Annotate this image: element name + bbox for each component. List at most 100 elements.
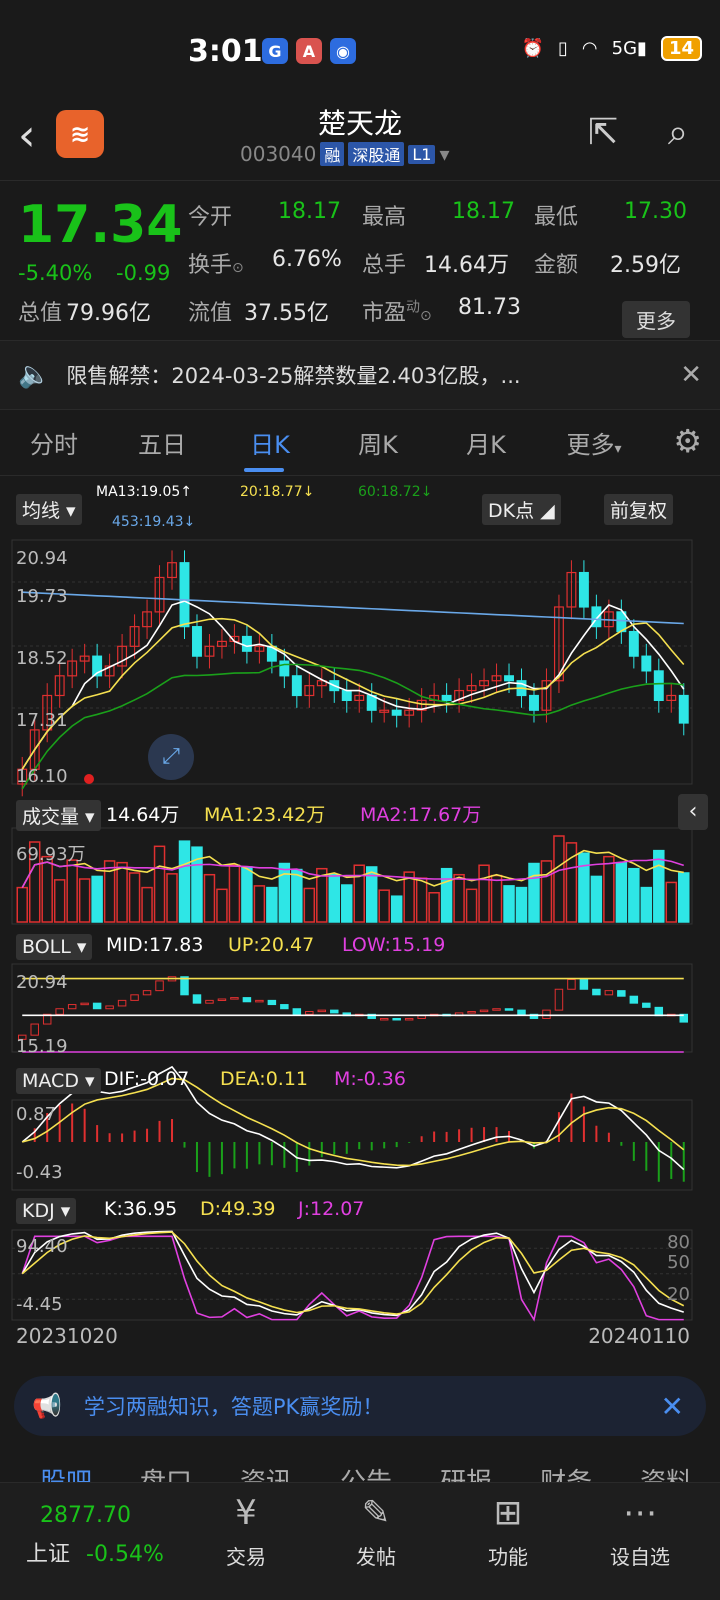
- quote-value: 14.64万: [424, 253, 509, 278]
- volume-bar: [540, 860, 553, 923]
- boll-candle: [67, 1004, 77, 1010]
- period-tabs: 分时 五日 日K 周K 月K 更多▾ ⚙: [0, 410, 720, 476]
- volume-selector[interactable]: 成交量 ▾: [16, 800, 101, 831]
- tab-intraday[interactable]: 分时: [0, 425, 108, 460]
- trade-icon: ¥: [235, 1493, 257, 1533]
- search-icon[interactable]: ⌕: [668, 112, 688, 154]
- promo-banner[interactable]: 📢 学习两融知识，答题PK赢奖励！ ✕: [14, 1376, 706, 1436]
- boll-candle: [180, 976, 189, 996]
- nav-post[interactable]: ✎ 发帖: [326, 1493, 426, 1570]
- bulb-notification-icon: ◉: [330, 38, 356, 64]
- close-icon[interactable]: ✕: [661, 1390, 684, 1423]
- info-icon[interactable]: ⊙: [232, 260, 244, 276]
- macd-selector[interactable]: MACD ▾: [16, 1068, 101, 1094]
- alarm-icon: ⏰: [521, 38, 544, 59]
- status-bar: 3:01 G A ◉ ⏰ ▯ ◠ 5G▮ 14: [0, 0, 720, 100]
- expand-icon[interactable]: ⤢: [148, 734, 194, 780]
- quote-label: 流值: [188, 301, 233, 326]
- notice-bar[interactable]: 🔈 限售解禁：2024-03-25解禁数量2.403亿股，... ✕: [0, 340, 720, 410]
- banner-text[interactable]: 学习两融知识，答题PK赢奖励！: [84, 1391, 383, 1421]
- collapse-panel-icon[interactable]: ‹: [678, 794, 708, 830]
- abs-change: -0.99: [116, 261, 171, 285]
- kdj-80-label: 80: [667, 1232, 690, 1253]
- subtab[interactable]: 财务: [540, 1462, 592, 1482]
- subtab[interactable]: 公告: [340, 1462, 392, 1482]
- volume-bar: [78, 878, 91, 923]
- boll-candle: [105, 1005, 114, 1010]
- nav-label: 功能: [488, 1545, 528, 1569]
- quote-value: 18.17: [452, 199, 515, 224]
- kline-chart[interactable]: [0, 476, 720, 1356]
- boll-candle: [417, 1015, 426, 1019]
- connect-tag: 深股通: [348, 142, 405, 166]
- boll-low: LOW:15.19: [342, 934, 446, 956]
- more-dots-icon: ⋯: [623, 1493, 657, 1533]
- kdj-low-label: -4.45: [16, 1294, 63, 1315]
- volume-bar: [503, 885, 515, 923]
- index-ticker[interactable]: 2877.70 上证 -0.54%: [14, 1499, 164, 1568]
- share-icon[interactable]: ⇱: [588, 112, 618, 153]
- subtab[interactable]: 研报: [440, 1462, 492, 1482]
- pct-change: -5.40%: [18, 261, 93, 285]
- boll-candle: [305, 1011, 314, 1015]
- boll-candle: [604, 990, 614, 996]
- panel-frame: [11, 1099, 693, 1191]
- tab-weekly-k[interactable]: 周K: [324, 425, 432, 460]
- status-time: 3:01: [188, 34, 263, 69]
- quote-value: 6.76%: [272, 247, 342, 272]
- volume-bar: [203, 873, 216, 923]
- y-tick-label: 17.31: [16, 710, 68, 731]
- candle-body: [192, 626, 202, 657]
- subtab[interactable]: 盘口: [140, 1462, 192, 1482]
- chevron-down-icon[interactable]: ▾: [439, 142, 449, 166]
- subtab[interactable]: 资料: [640, 1462, 692, 1482]
- kdj-selector[interactable]: KDJ ▾: [16, 1198, 77, 1224]
- notification-icons: G A ◉: [262, 38, 356, 64]
- boll-candle: [654, 1006, 664, 1017]
- kdj-high-label: 94.40: [16, 1236, 68, 1257]
- tab-monthly-k[interactable]: 月K: [432, 425, 540, 460]
- quote-label: 今开: [188, 205, 233, 230]
- nav-label: 设自选: [610, 1545, 670, 1569]
- chart-area[interactable]: 均线 ▾ MA13:19.05↑ 20:18.77↓ 60:18.72↓ 453…: [0, 476, 720, 1356]
- more-quote-button[interactable]: 更多: [622, 301, 690, 338]
- tab-five-day[interactable]: 五日: [108, 425, 216, 460]
- subtab[interactable]: 资讯: [240, 1462, 292, 1482]
- level-tag: L1: [408, 144, 436, 164]
- volume-bar: [266, 886, 278, 923]
- info-icon[interactable]: ⊙: [420, 308, 432, 324]
- speaker-icon: 🔈: [18, 360, 51, 390]
- volume-bar: [615, 861, 628, 923]
- kdj-d: D:49.39: [200, 1198, 276, 1220]
- quote-value: 79.96亿: [66, 301, 151, 326]
- boll-selector[interactable]: BOLL ▾: [16, 934, 93, 960]
- boll-candle: [292, 1008, 302, 1015]
- volume-bar: [528, 862, 540, 923]
- notice-text[interactable]: 限售解禁：2024-03-25解禁数量2.403亿股，...: [66, 360, 520, 390]
- volume-bar: [515, 886, 528, 923]
- stock-code: 003040: [240, 142, 317, 166]
- boll-candle: [255, 999, 264, 1003]
- subtab[interactable]: 股吧: [40, 1462, 92, 1482]
- candle-body: [279, 660, 290, 677]
- volume-bar: [653, 849, 665, 923]
- volume-bar: [490, 874, 503, 923]
- volume-ma2: MA2:17.67万: [360, 804, 482, 826]
- nav-functions[interactable]: ⊞ 功能: [458, 1493, 558, 1570]
- nav-trade[interactable]: ¥ 交易: [196, 1493, 296, 1570]
- volume-bar: [153, 845, 166, 923]
- nav-watchlist[interactable]: ⋯ 设自选: [590, 1493, 690, 1570]
- tab-more[interactable]: 更多▾: [540, 425, 648, 460]
- volume-bar: [291, 868, 303, 923]
- candle-body: [529, 694, 539, 711]
- boll-candle: [467, 1011, 476, 1014]
- last-price: 17.34: [18, 195, 183, 255]
- quote-label: 市盈: [362, 301, 407, 326]
- tab-daily-k[interactable]: 日K: [216, 425, 324, 460]
- boll-candle: [92, 1002, 102, 1010]
- volume-bar: [241, 866, 253, 923]
- gear-icon[interactable]: ⚙: [673, 422, 702, 460]
- boll-candle: [517, 1009, 526, 1015]
- boll-high-label: 20.94: [16, 972, 68, 993]
- close-icon[interactable]: ✕: [680, 360, 702, 390]
